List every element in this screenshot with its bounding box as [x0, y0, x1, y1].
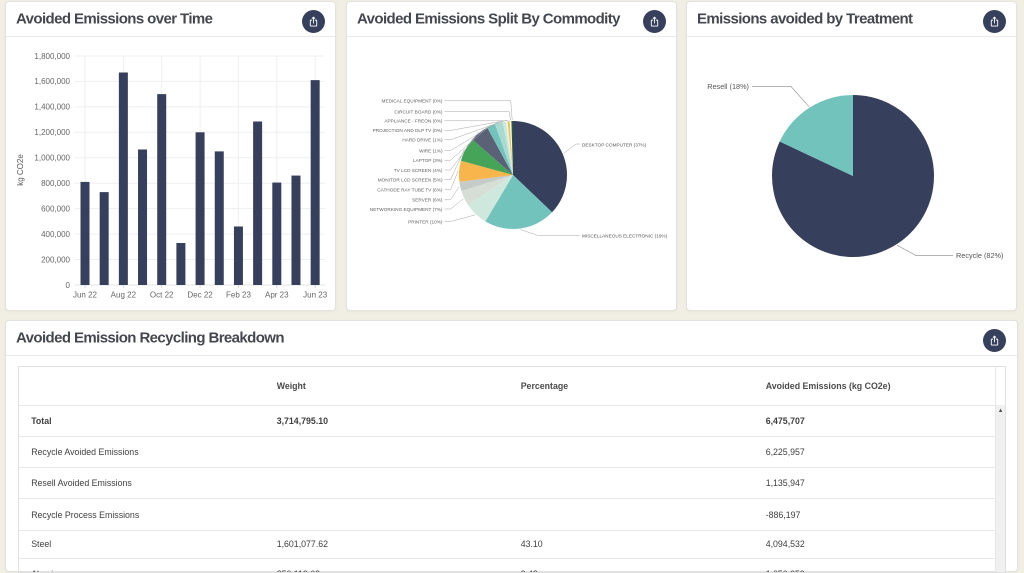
svg-text:MONITOR LCD SCREEN (5%): MONITOR LCD SCREEN (5%) [378, 178, 443, 183]
svg-text:MISCELLANEOUS ELECTRONIC (19%): MISCELLANEOUS ELECTRONIC (19%) [582, 234, 668, 239]
svg-text:600,000: 600,000 [41, 204, 70, 213]
svg-text:Recycle (82%): Recycle (82%) [956, 251, 1003, 260]
svg-text:HARD DRIVE (1%): HARD DRIVE (1%) [402, 138, 443, 143]
svg-text:WIRE (1%): WIRE (1%) [419, 148, 443, 153]
svg-text:SERVER (6%): SERVER (6%) [412, 198, 443, 203]
svg-text:Apr 23: Apr 23 [265, 291, 289, 300]
svg-text:1,200,000: 1,200,000 [34, 128, 70, 137]
svg-text:400,000: 400,000 [41, 230, 70, 239]
svg-text:PROJECTION AND DLP TV (0%): PROJECTION AND DLP TV (0%) [373, 128, 443, 133]
svg-text:1,800,000: 1,800,000 [34, 52, 70, 61]
svg-text:1,600,000: 1,600,000 [34, 77, 70, 86]
svg-text:Resell (18%): Resell (18%) [707, 82, 749, 91]
svg-text:Oct 22: Oct 22 [150, 291, 174, 300]
svg-text:CIRCUIT BOARD (0%): CIRCUIT BOARD (0%) [394, 109, 443, 114]
svg-text:PRINTER (10%): PRINTER (10%) [408, 219, 443, 224]
svg-text:CATHODE RAY TUBE TV (6%): CATHODE RAY TUBE TV (6%) [377, 188, 443, 193]
svg-text:Jun 23: Jun 23 [303, 291, 328, 300]
svg-text:800,000: 800,000 [41, 179, 70, 188]
svg-text:200,000: 200,000 [41, 255, 70, 264]
svg-text:1,000,000: 1,000,000 [34, 154, 70, 163]
svg-text:1,400,000: 1,400,000 [34, 103, 70, 112]
svg-text:MEDICAL EQUIPMENT (0%): MEDICAL EQUIPMENT (0%) [382, 99, 443, 104]
svg-text:LAPTOP (3%): LAPTOP (3%) [413, 158, 443, 163]
svg-text:NETWORKING EQUIPMENT (7%): NETWORKING EQUIPMENT (7%) [370, 207, 443, 212]
svg-text:Feb 23: Feb 23 [226, 291, 251, 300]
svg-text:TV LCD SCREEN (4%): TV LCD SCREEN (4%) [394, 168, 443, 173]
svg-text:Jun 22: Jun 22 [73, 291, 98, 300]
svg-text:0: 0 [66, 281, 71, 290]
svg-text:APPLIANCE - FREON (0%): APPLIANCE - FREON (0%) [384, 119, 443, 124]
svg-text:kg CO2e: kg CO2e [16, 154, 25, 186]
svg-text:Aug 22: Aug 22 [111, 291, 137, 300]
svg-text:DESKTOP COMPUTER (37%): DESKTOP COMPUTER (37%) [582, 142, 647, 147]
svg-text:Dec 22: Dec 22 [187, 291, 213, 300]
